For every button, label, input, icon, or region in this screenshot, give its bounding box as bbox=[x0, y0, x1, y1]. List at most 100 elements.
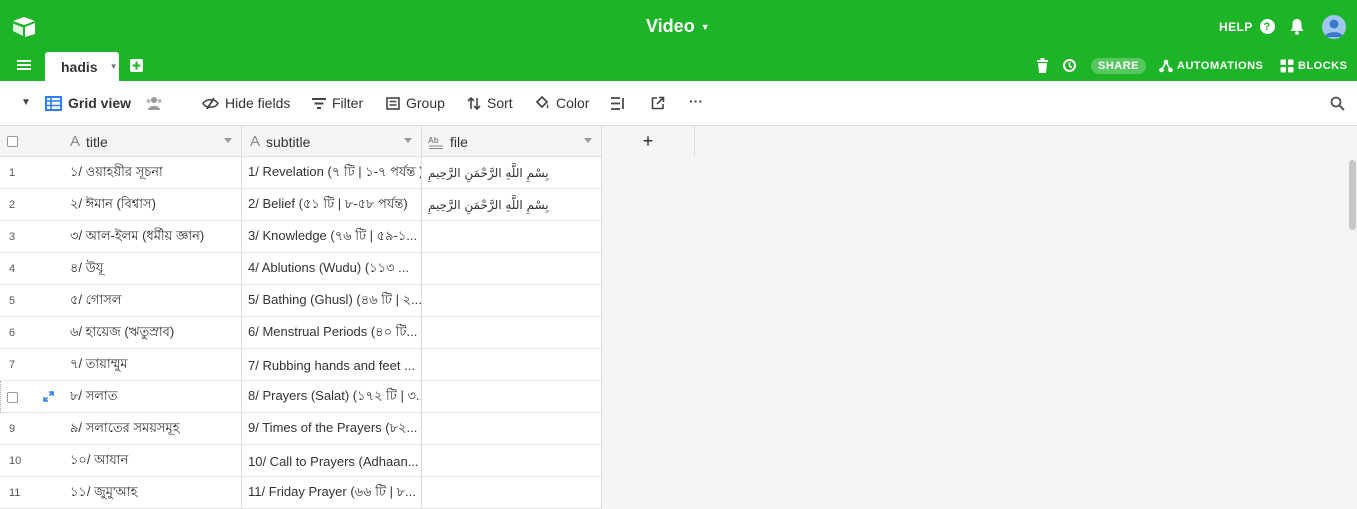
sort-button[interactable]: Sort bbox=[467, 95, 513, 111]
chevron-down-icon[interactable]: ▼ bbox=[110, 62, 118, 71]
table-row[interactable]: 10 ১০/ আযান 10/ Call to Prayers (Adhaan.… bbox=[0, 445, 602, 477]
table-row[interactable]: 3 ৩/ আল-ইলম (ধর্মীয় জ্ঞান) 3/ Knowledge… bbox=[0, 221, 602, 253]
column-name: file bbox=[450, 133, 468, 150]
filter-button[interactable]: Filter bbox=[312, 95, 363, 111]
hide-fields-button[interactable]: Hide fields bbox=[202, 95, 290, 111]
table-row[interactable]: 6 ৬/ হায়েজ (ঋতুস্রাব) 6/ Menstrual Peri… bbox=[0, 317, 602, 349]
table-row[interactable]: 4 ৪/ উযূ 4/ Ablutions (Wudu) (১১৩ ... bbox=[0, 253, 602, 285]
cell-file[interactable] bbox=[422, 317, 602, 349]
hamburger-menu-icon[interactable] bbox=[17, 58, 31, 72]
cell-title[interactable]: ১/ ওয়াহয়ীর সূচনা bbox=[62, 157, 242, 189]
cell-subtitle[interactable]: 4/ Ablutions (Wudu) (১১৩ ... bbox=[242, 253, 422, 285]
select-all-checkbox[interactable] bbox=[7, 136, 18, 147]
table-row[interactable]: 5 ৫/ গোসল 5/ Bathing (Ghusl) (৪৬ টি | ২.… bbox=[0, 285, 602, 317]
cell-subtitle[interactable]: 7/ Rubbing hands and feet ... bbox=[242, 349, 422, 381]
row-select-cell[interactable] bbox=[0, 381, 62, 413]
cell-file[interactable]: بِسْمِ اللَّهِ الرَّحْمَنِ الرَّحِيمِ bbox=[422, 157, 602, 189]
group-button[interactable]: Group bbox=[386, 95, 445, 111]
share-button[interactable]: SHARE bbox=[1091, 58, 1146, 74]
help-button[interactable]: HELP ? bbox=[1219, 19, 1275, 34]
base-title[interactable]: Video ▼ bbox=[646, 16, 710, 37]
table-row[interactable]: 7 ৭/ তায়াম্মুম 7/ Rubbing hands and fee… bbox=[0, 349, 602, 381]
cell-title[interactable]: ১০/ আযান bbox=[62, 445, 242, 477]
cell-file[interactable] bbox=[422, 285, 602, 317]
column-header-file[interactable]: Ab file bbox=[422, 126, 602, 157]
row-checkbox[interactable] bbox=[7, 391, 18, 403]
color-button[interactable]: Color bbox=[535, 95, 589, 111]
view-name: Grid view bbox=[68, 95, 132, 111]
avatar[interactable] bbox=[1322, 15, 1346, 39]
table-row[interactable]: 9 ৯/ সলাতের সময়সমূহ 9/ Times of the Pra… bbox=[0, 413, 602, 445]
row-number: 9 bbox=[9, 423, 16, 435]
share-view-icon[interactable] bbox=[651, 96, 665, 110]
cell-file[interactable] bbox=[422, 253, 602, 285]
question-icon: ? bbox=[1259, 19, 1275, 34]
search-icon[interactable] bbox=[1330, 96, 1345, 111]
hide-fields-label: Hide fields bbox=[225, 95, 291, 111]
table-row[interactable]: 11 ১১/ জুমু'আহ 11/ Friday Prayer (৬৬ টি … bbox=[0, 477, 602, 509]
cell-subtitle[interactable]: 1/ Revelation (৭ টি | ১-৭ পর্যন্ত ) bbox=[242, 157, 422, 189]
column-header-title[interactable]: A title bbox=[62, 126, 242, 157]
column-name: title bbox=[86, 133, 108, 150]
chevron-down-icon[interactable] bbox=[404, 138, 412, 143]
table-row[interactable]: 2 ২/ ঈমান (বিশ্বাস) 2/ Belief (৫১ টি | ৮… bbox=[0, 189, 602, 221]
cell-subtitle[interactable]: 10/ Call to Prayers (Adhaan... bbox=[242, 445, 422, 477]
select-all-cell[interactable] bbox=[0, 126, 62, 157]
chevron-down-icon[interactable] bbox=[584, 138, 592, 143]
cell-title[interactable]: ২/ ঈমান (বিশ্বাস) bbox=[62, 189, 242, 221]
cell-subtitle[interactable]: 9/ Times of the Prayers (৮২... bbox=[242, 413, 422, 445]
rich-text-field-icon: Ab bbox=[428, 136, 443, 149]
cell-subtitle[interactable]: 5/ Bathing (Ghusl) (৪৬ টি | ২... bbox=[242, 285, 422, 317]
cell-title[interactable]: ৮/ সলাত bbox=[62, 381, 242, 413]
collaborators-icon[interactable] bbox=[145, 96, 163, 110]
cell-subtitle[interactable]: 11/ Friday Prayer (৬৬ টি | ৮... bbox=[242, 477, 422, 509]
column-header-subtitle[interactable]: A subtitle bbox=[242, 126, 422, 157]
cell-subtitle[interactable]: 3/ Knowledge (৭৬ টি | ৫৯-১... bbox=[242, 221, 422, 253]
cell-title[interactable]: ৪/ উযূ bbox=[62, 253, 242, 285]
blocks-label: BLOCKS bbox=[1298, 60, 1348, 72]
cell-file[interactable] bbox=[422, 413, 602, 445]
cell-title[interactable]: ৬/ হায়েজ (ঋতুস্রাব) bbox=[62, 317, 242, 349]
expand-record-icon[interactable] bbox=[43, 391, 54, 402]
top-bar: Video ▼ HELP ? bbox=[0, 0, 1357, 52]
automations-icon bbox=[1159, 59, 1173, 73]
row-number: 3 bbox=[9, 231, 16, 243]
view-toolbar: ▼ Grid view Hide fields Filter Group Sor… bbox=[0, 81, 1357, 126]
add-table-icon[interactable] bbox=[130, 59, 143, 72]
vertical-scrollbar[interactable] bbox=[1349, 160, 1356, 230]
add-field-button[interactable]: + bbox=[602, 126, 695, 157]
cell-file[interactable] bbox=[422, 381, 602, 413]
cell-file[interactable]: بِسْمِ اللَّهِ الرَّحْمَنِ الرَّحِيمِ bbox=[422, 189, 602, 221]
row-number: 5 bbox=[9, 295, 16, 307]
airtable-logo-icon[interactable] bbox=[12, 16, 36, 38]
row-number: 4 bbox=[9, 263, 16, 275]
cell-file[interactable] bbox=[422, 477, 602, 509]
table-row-hovered[interactable]: ৮/ সলাত 8/ Prayers (Salat) (১৭২ টি | ৩..… bbox=[0, 381, 602, 413]
cell-subtitle[interactable]: 2/ Belief (৫১ টি | ৮-৫৮ পর্যন্ত) bbox=[242, 189, 422, 221]
cell-file[interactable] bbox=[422, 221, 602, 253]
table-row[interactable]: 1 ১/ ওয়াহয়ীর সূচনা 1/ Revelation (৭ টি… bbox=[0, 157, 602, 189]
automations-button[interactable]: AUTOMATIONS bbox=[1159, 59, 1263, 73]
cell-title[interactable]: ৫/ গোসল bbox=[62, 285, 242, 317]
trash-icon[interactable] bbox=[1037, 58, 1048, 73]
cell-subtitle[interactable]: 6/ Menstrual Periods (৪০ টি... bbox=[242, 317, 422, 349]
cell-title[interactable]: ৩/ আল-ইলম (ধর্মীয় জ্ঞান) bbox=[62, 221, 242, 253]
cell-file[interactable] bbox=[422, 349, 602, 381]
cell-subtitle[interactable]: 8/ Prayers (Salat) (১৭২ টি | ৩... bbox=[242, 381, 422, 413]
column-name: subtitle bbox=[266, 133, 311, 150]
views-toggle[interactable]: ▼ bbox=[21, 97, 31, 108]
cell-file[interactable] bbox=[422, 445, 602, 477]
hide-fields-icon bbox=[202, 97, 219, 109]
cell-title[interactable]: ৭/ তায়াম্মুম bbox=[62, 349, 242, 381]
tab-hadis[interactable]: hadis ▼ bbox=[45, 52, 119, 81]
cell-title[interactable]: ১১/ জুমু'আহ bbox=[62, 477, 242, 509]
more-options-icon[interactable]: ··· bbox=[689, 93, 703, 109]
bell-icon[interactable] bbox=[1289, 18, 1305, 35]
blocks-button[interactable]: BLOCKS bbox=[1280, 59, 1347, 73]
cell-title[interactable]: ৯/ সলাতের সময়সমূহ bbox=[62, 413, 242, 445]
row-height-icon[interactable] bbox=[611, 97, 625, 110]
grid-header: A title A subtitle Ab file + bbox=[0, 126, 695, 157]
chevron-down-icon[interactable] bbox=[224, 138, 232, 143]
view-switcher[interactable]: Grid view bbox=[45, 95, 131, 111]
history-icon[interactable] bbox=[1062, 58, 1077, 73]
